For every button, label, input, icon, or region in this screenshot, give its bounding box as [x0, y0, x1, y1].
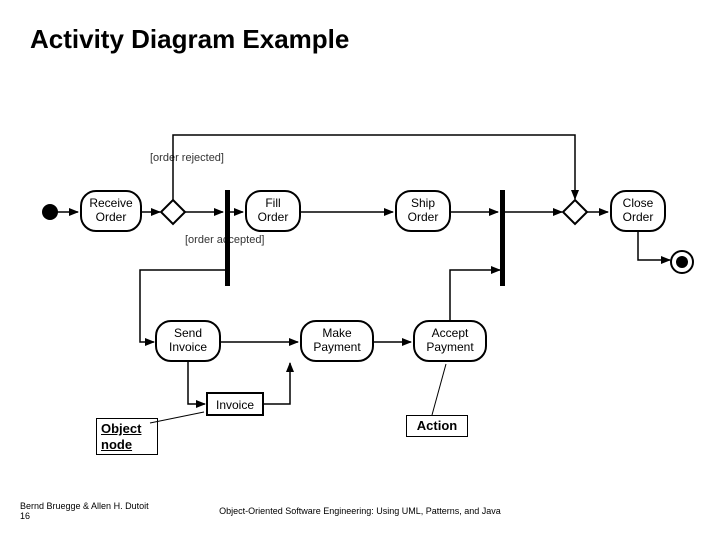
- diagram-connectors: [0, 0, 720, 540]
- diagram-stage: ReceiveOrder FillOrder ShipOrder CloseOr…: [0, 0, 720, 540]
- footer-book-title: Object-Oriented Software Engineering: Us…: [219, 506, 501, 516]
- footer-author-text: Bernd Bruegge & Allen H. Dutoit: [20, 501, 149, 511]
- footer-author: Bernd Bruegge & Allen H. Dutoit 16: [20, 502, 149, 522]
- footer-page-number: 16: [20, 511, 30, 521]
